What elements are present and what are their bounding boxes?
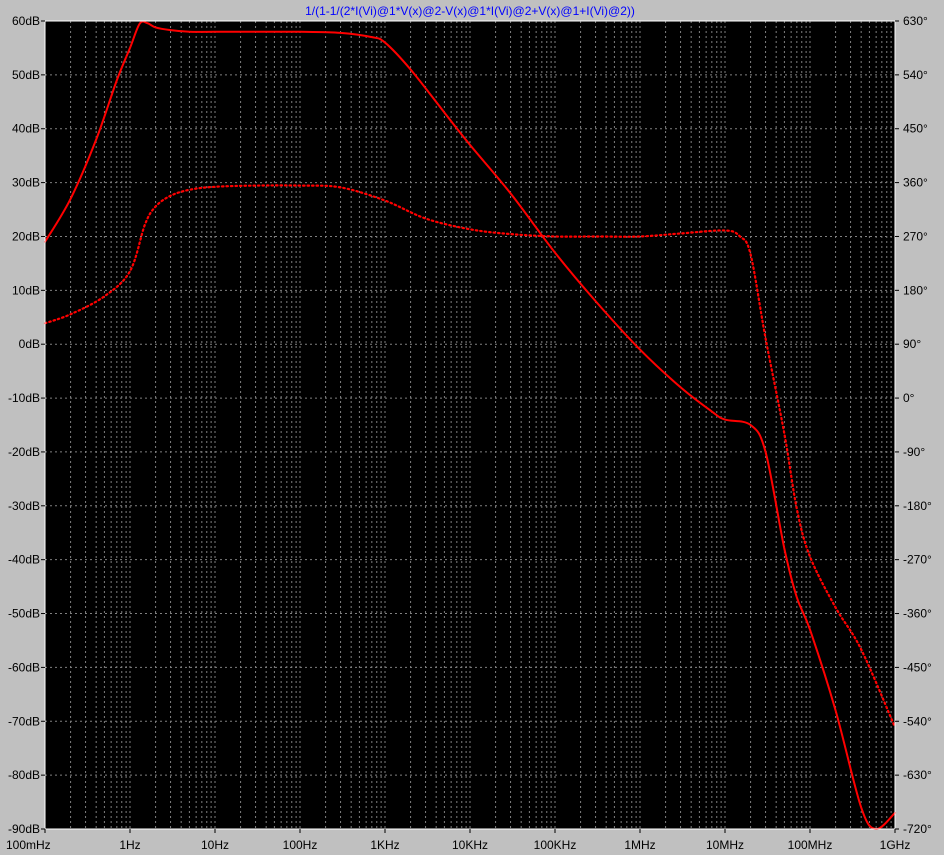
y-axis-left: 60dB 50dB 40dB 30dB 20dB 10dB 0dB -10dB -20dB -30… (8, 14, 45, 836)
y-left-tick-label: -40dB (8, 553, 40, 567)
y-right-tick-label: -720° (903, 822, 932, 836)
y-right-tick-label: 450° (903, 122, 928, 136)
y-right-tick-label: 630° (903, 14, 928, 28)
y-left-tick-label: -80dB (8, 768, 40, 782)
y-right-tick-label: -450° (903, 660, 932, 674)
x-tick-label: 1GHz (880, 838, 911, 852)
y-right-tick-label: 540° (903, 68, 928, 82)
y-left-tick-label: 60dB (12, 14, 40, 28)
y-left-tick-label: -10dB (8, 391, 40, 405)
y-right-tick-label: 180° (903, 283, 928, 297)
y-left-tick-label: 0dB (19, 337, 40, 351)
y-left-tick-label: -30dB (8, 499, 40, 513)
chart-window: 60dB 50dB 40dB 30dB 20dB 10dB 0dB -10dB -20dB -30… (0, 0, 944, 855)
y-right-tick-label: -180° (903, 499, 932, 513)
x-tick-label: 1Hz (119, 838, 140, 852)
x-tick-label: 10KHz (452, 838, 488, 852)
y-left-tick-label: -90dB (8, 822, 40, 836)
y-right-tick-label: 0° (903, 391, 915, 405)
y-right-tick-label: -630° (903, 768, 932, 782)
y-left-tick-label: 20dB (12, 229, 40, 243)
y-right-tick-label: -540° (903, 714, 932, 728)
x-tick-label: 100mHz (6, 838, 51, 852)
bode-plot: 60dB 50dB 40dB 30dB 20dB 10dB 0dB -10dB -20dB -30… (6, 4, 932, 852)
y-right-tick-label: -360° (903, 607, 932, 621)
x-tick-label: 100Hz (283, 838, 318, 852)
x-tick-label: 100KHz (534, 838, 577, 852)
y-left-tick-label: 40dB (12, 122, 40, 136)
y-left-tick-label: -60dB (8, 660, 40, 674)
y-right-tick-label: 90° (903, 337, 921, 351)
y-left-tick-label: -70dB (8, 714, 40, 728)
y-right-tick-label: -270° (903, 553, 932, 567)
y-left-tick-label: 10dB (12, 283, 40, 297)
x-tick-label: 10Hz (201, 838, 229, 852)
y-axis-right: 630° 540° 450° 360° 270° 180° 90° 0° -90° -180° -2… (895, 14, 932, 836)
x-tick-label: 1KHz (370, 838, 399, 852)
y-left-tick-label: 50dB (12, 68, 40, 82)
x-tick-label: 10MHz (706, 838, 744, 852)
x-axis: 100mHz 1Hz 10Hz 100Hz 1KHz 10KHz 100KHz 1MHz 10M… (6, 829, 910, 852)
y-left-tick-label: -50dB (8, 607, 40, 621)
y-left-tick-label: -20dB (8, 445, 40, 459)
x-tick-label: 1MHz (624, 838, 655, 852)
x-tick-label: 100MHz (788, 838, 833, 852)
y-left-tick-label: 30dB (12, 176, 40, 190)
y-right-tick-label: -90° (903, 445, 925, 459)
y-right-tick-label: 270° (903, 229, 928, 243)
y-right-tick-label: 360° (903, 176, 928, 190)
chart-title[interactable]: 1/(1-1/(2*I(Vi)@1*V(x)@2-V(x)@1*I(Vi)@2+… (305, 4, 635, 18)
